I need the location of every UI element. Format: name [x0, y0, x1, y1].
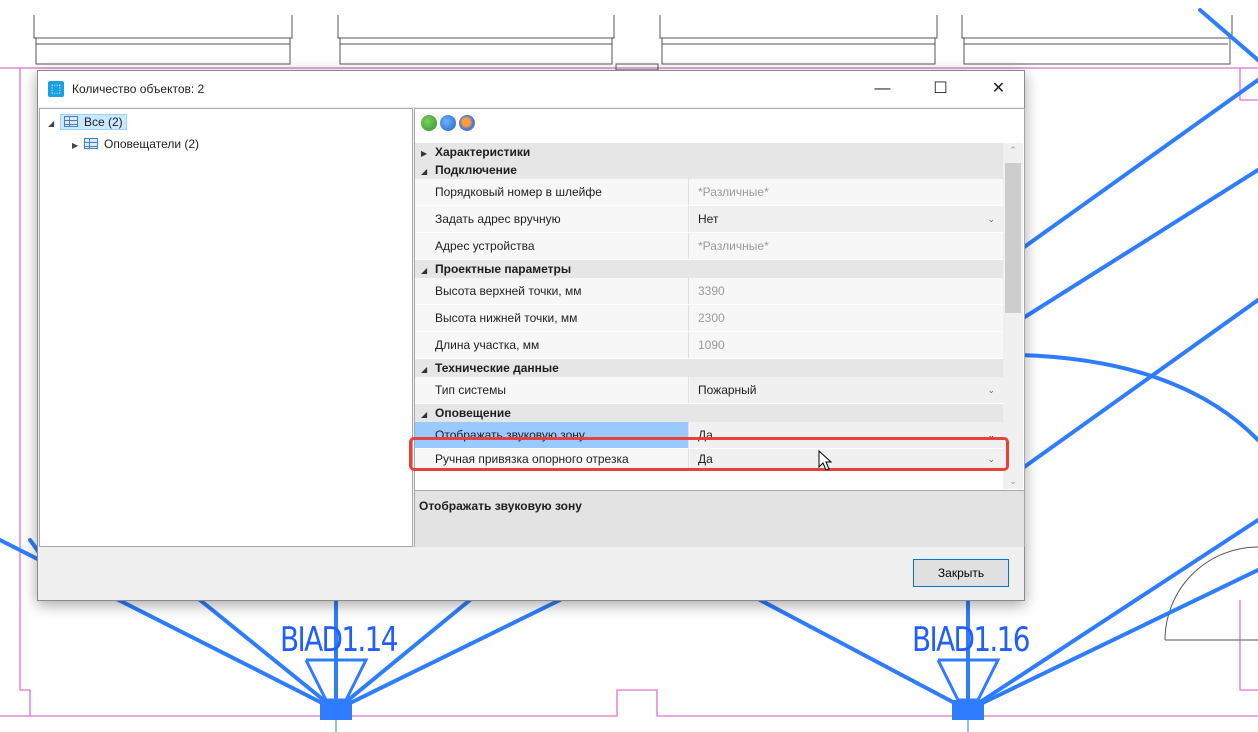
- property-value[interactable]: 3390: [690, 278, 1003, 304]
- property-row[interactable]: Адрес устройства *Различные*: [415, 233, 1003, 260]
- highlight-frame: [409, 437, 1009, 471]
- property-row[interactable]: Тип системы Пожарный ⌄: [415, 377, 1003, 404]
- title-bar[interactable]: ⬚ Количество объектов: 2 — ☐ ✕: [38, 71, 1024, 107]
- property-row[interactable]: Задать адрес вручную Нет ⌄: [415, 206, 1003, 233]
- category-label: Подключение: [435, 163, 517, 177]
- collapsed-arrow-icon[interactable]: ▶: [72, 137, 84, 155]
- tree-item-notifiers[interactable]: ▶ Оповещатели (2): [72, 135, 199, 153]
- property-grid: ▶ Характеристики ◢ Подключение Порядковый …: [415, 143, 1003, 470]
- maximize-button[interactable]: ☐: [918, 71, 963, 107]
- properties-dialog: ⬚ Количество объектов: 2 — ☐ ✕ ◢ Все (2) …: [37, 70, 1025, 601]
- scroll-thumb[interactable]: [1005, 163, 1021, 313]
- scroll-up-icon[interactable]: ⌃: [1003, 145, 1023, 156]
- chevron-down-icon[interactable]: ⌄: [987, 377, 995, 403]
- settings-icon[interactable]: [459, 115, 475, 131]
- category-label: Характеристики: [435, 145, 531, 159]
- property-row[interactable]: Порядковый номер в шлейфе *Различные*: [415, 179, 1003, 206]
- window-title: Количество объектов: 2: [72, 82, 205, 96]
- property-value-dropdown[interactable]: Нет ⌄: [690, 206, 1003, 232]
- category-connection[interactable]: ◢ Подключение: [415, 161, 1003, 179]
- category-label: Технические данные: [435, 361, 559, 375]
- property-name: Порядковый номер в шлейфе: [415, 179, 689, 205]
- tree-item-label: Оповещатели (2): [104, 137, 200, 151]
- table-icon: [84, 138, 98, 149]
- description-panel: Отображать звуковую зону: [415, 490, 1024, 547]
- scroll-down-icon[interactable]: ⌄: [1003, 476, 1023, 487]
- property-grid-panel: ▶ Характеристики ◢ Подключение Порядковый …: [414, 108, 1025, 547]
- refresh-all-icon[interactable]: [421, 115, 437, 131]
- tree-item-all[interactable]: ◢ Все (2): [48, 113, 127, 131]
- property-toolbar: [421, 115, 478, 135]
- device-label-right: BIAD1.16: [912, 620, 1030, 660]
- category-project-params[interactable]: ◢ Проектные параметры: [415, 260, 1003, 278]
- expanded-arrow-icon[interactable]: ◢: [48, 115, 60, 133]
- property-row[interactable]: Длина участка, мм 1090: [415, 332, 1003, 359]
- device-label-left: BIAD1.14: [280, 620, 398, 660]
- property-name: Адрес устройства: [415, 233, 689, 259]
- category-notification[interactable]: ◢ Оповещение: [415, 404, 1003, 422]
- property-value[interactable]: 1090: [690, 332, 1003, 358]
- object-tree[interactable]: ◢ Все (2) ▶ Оповещатели (2): [39, 108, 413, 547]
- close-button[interactable]: Закрыть: [913, 559, 1009, 587]
- tree-item-label: Все (2): [84, 115, 123, 129]
- minimize-button[interactable]: —: [860, 71, 905, 107]
- app-icon: ⬚: [48, 81, 64, 97]
- property-name: Тип системы: [415, 377, 689, 403]
- property-name: Высота нижней точки, мм: [415, 305, 689, 331]
- property-value[interactable]: *Различные*: [690, 233, 1003, 259]
- chevron-down-icon[interactable]: ⌄: [987, 206, 995, 232]
- property-value-dropdown[interactable]: Пожарный ⌄: [690, 377, 1003, 403]
- category-label: Проектные параметры: [435, 262, 572, 276]
- category-characteristics[interactable]: ▶ Характеристики: [415, 143, 1003, 161]
- property-row[interactable]: Высота нижней точки, мм 2300: [415, 305, 1003, 332]
- close-window-button[interactable]: ✕: [976, 71, 1021, 107]
- category-technical-data[interactable]: ◢ Технические данные: [415, 359, 1003, 377]
- refresh-icon[interactable]: [440, 115, 456, 131]
- description-title: Отображать звуковую зону: [419, 499, 582, 513]
- property-value[interactable]: 2300: [690, 305, 1003, 331]
- property-name: Задать адрес вручную: [415, 206, 689, 232]
- property-name: Высота верхней точки, мм: [415, 278, 689, 304]
- property-row[interactable]: Высота верхней точки, мм 3390: [415, 278, 1003, 305]
- mouse-cursor-icon: [818, 450, 833, 471]
- tree-item-all-selection[interactable]: Все (2): [60, 114, 127, 130]
- table-icon: [64, 116, 78, 127]
- dropdown-value: Пожарный: [698, 383, 757, 397]
- category-label: Оповещение: [435, 406, 511, 420]
- property-name: Длина участка, мм: [415, 332, 689, 358]
- dropdown-value: Нет: [698, 212, 719, 226]
- property-value[interactable]: *Различные*: [690, 179, 1003, 205]
